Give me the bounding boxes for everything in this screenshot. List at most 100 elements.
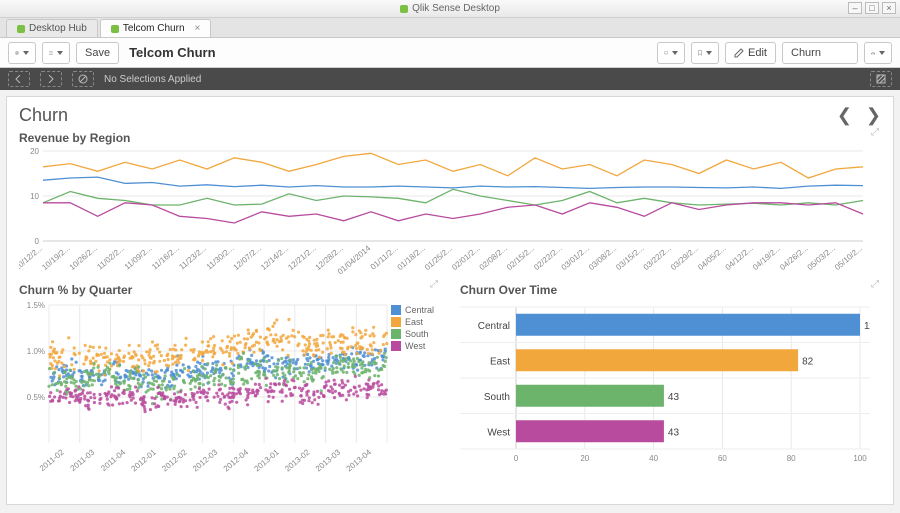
- monitor-icon: [664, 47, 668, 59]
- bar-chart-svg: 020406080100Central112East82South43West4…: [460, 299, 870, 477]
- bar-chart-icon: [871, 48, 875, 58]
- svg-text:0.5%: 0.5%: [27, 393, 45, 402]
- devices-button[interactable]: [657, 42, 685, 64]
- svg-text:2013-01: 2013-01: [252, 447, 281, 473]
- svg-text:10/12/2...: 10/12/2...: [19, 244, 44, 272]
- svg-text:80: 80: [787, 454, 796, 463]
- svg-text:112: 112: [864, 321, 870, 332]
- app-icon: [400, 5, 408, 13]
- compass-icon: [15, 47, 19, 59]
- selections-tool-button[interactable]: [870, 71, 892, 87]
- save-button[interactable]: Save: [76, 42, 119, 64]
- app-window: Qlik Sense Desktop – □ × Desktop Hub Tel…: [0, 0, 900, 513]
- bookmarks-button[interactable]: [691, 42, 719, 64]
- svg-text:04/19/2...: 04/19/2...: [751, 244, 782, 272]
- svg-text:11/09/2...: 11/09/2...: [123, 244, 154, 272]
- svg-text:1.0%: 1.0%: [27, 347, 45, 356]
- edit-button[interactable]: Edit: [725, 42, 776, 64]
- svg-text:03/08/2...: 03/08/2...: [587, 244, 618, 272]
- svg-text:04/12/2...: 04/12/2...: [724, 244, 755, 272]
- svg-text:04/26/2...: 04/26/2...: [778, 244, 809, 272]
- legend-item-central[interactable]: Central: [391, 305, 439, 315]
- step-forward-button[interactable]: [40, 71, 62, 87]
- step-back-button[interactable]: [8, 71, 30, 87]
- svg-text:01/25/2...: 01/25/2...: [423, 244, 454, 272]
- selection-bar: No Selections Applied: [0, 68, 900, 90]
- window-title: Qlik Sense Desktop: [412, 3, 500, 14]
- svg-text:02/15/2...: 02/15/2...: [505, 244, 536, 272]
- tab-label: Telcom Churn: [123, 20, 185, 38]
- svg-text:03/22/2...: 03/22/2...: [642, 244, 673, 272]
- svg-text:2011-04: 2011-04: [99, 447, 127, 473]
- prev-sheet-button[interactable]: ❮: [837, 105, 852, 126]
- svg-text:60: 60: [718, 454, 727, 463]
- svg-text:2012-01: 2012-01: [130, 447, 159, 473]
- svg-text:South: South: [484, 392, 510, 403]
- sheet-select-button[interactable]: Churn: [782, 42, 858, 64]
- chart-title: Revenue by Region: [19, 131, 881, 145]
- chart-title: Churn Over Time: [460, 283, 881, 297]
- close-tab-icon[interactable]: ×: [195, 20, 201, 38]
- list-icon: [49, 48, 53, 58]
- svg-text:82: 82: [802, 356, 814, 367]
- chart-revenue-by-region[interactable]: Revenue by Region ⤢ 1020010/12/2...10/19…: [19, 127, 881, 277]
- svg-text:03/01/2...: 03/01/2...: [560, 244, 591, 272]
- sheets-overview-button[interactable]: [864, 42, 892, 64]
- svg-text:West: West: [487, 427, 510, 438]
- fullscreen-icon[interactable]: ⤢: [871, 127, 879, 138]
- titlebar: Qlik Sense Desktop – □ ×: [0, 0, 900, 18]
- svg-text:2012-03: 2012-03: [191, 447, 220, 473]
- pencil-icon: [734, 48, 744, 58]
- list-menu-button[interactable]: [42, 42, 70, 64]
- legend-item-south[interactable]: South: [391, 329, 439, 339]
- svg-text:03/15/2...: 03/15/2...: [614, 244, 645, 272]
- fullscreen-icon[interactable]: ⤢: [871, 279, 879, 290]
- svg-text:02/01/2...: 02/01/2...: [450, 244, 481, 272]
- chevron-down-icon: [706, 51, 712, 55]
- svg-text:100: 100: [853, 454, 867, 463]
- tab-desktop-hub[interactable]: Desktop Hub: [6, 19, 98, 37]
- svg-text:10/26/2...: 10/26/2...: [68, 244, 99, 272]
- legend-item-west[interactable]: West: [391, 341, 439, 351]
- scatter-chart-svg: 0.5%1.0%1.5%2011-022011-032011-042012-01…: [19, 299, 391, 477]
- svg-text:2011-02: 2011-02: [38, 447, 66, 473]
- svg-text:2013-03: 2013-03: [314, 447, 343, 473]
- svg-text:05/10/2...: 05/10/2...: [833, 244, 864, 272]
- selection-status: No Selections Applied: [104, 74, 201, 85]
- legend-item-east[interactable]: East: [391, 317, 439, 327]
- svg-text:12/14/2...: 12/14/2...: [259, 244, 290, 272]
- chevron-down-icon: [879, 51, 885, 55]
- bottom-row: Churn % by Quarter ⤢ 0.5%1.0%1.5%2011-02…: [19, 279, 881, 498]
- chart-churn-by-quarter[interactable]: Churn % by Quarter ⤢ 0.5%1.0%1.5%2011-02…: [19, 279, 440, 498]
- fullscreen-icon[interactable]: ⤢: [430, 279, 438, 290]
- chart-churn-over-time[interactable]: Churn Over Time ⤢ 020406080100Central112…: [460, 279, 881, 498]
- tab-telcom-churn[interactable]: Telcom Churn ×: [100, 19, 212, 37]
- maximize-button[interactable]: □: [865, 2, 879, 14]
- svg-text:01/18/2...: 01/18/2...: [396, 244, 427, 272]
- svg-text:11/30/2...: 11/30/2...: [205, 244, 236, 272]
- svg-text:2012-02: 2012-02: [160, 447, 189, 473]
- svg-text:43: 43: [668, 427, 680, 438]
- svg-text:11/23/2...: 11/23/2...: [177, 244, 208, 272]
- chevron-down-icon: [672, 51, 678, 55]
- svg-text:12/21/2...: 12/21/2...: [286, 244, 317, 272]
- svg-text:East: East: [490, 356, 510, 367]
- sheet: Churn ❮ ❯ Revenue by Region ⤢ 1020010/12…: [6, 96, 894, 505]
- svg-text:2013-04: 2013-04: [345, 447, 374, 473]
- minimize-button[interactable]: –: [848, 2, 862, 14]
- clear-selections-button[interactable]: [72, 71, 94, 87]
- tab-label: Desktop Hub: [29, 20, 87, 38]
- line-chart-svg: 1020010/12/2...10/19/2...10/26/2...11/02…: [19, 147, 867, 275]
- scatter-legend: Central East South West: [391, 299, 439, 498]
- svg-text:02/22/2...: 02/22/2...: [532, 244, 563, 272]
- svg-text:43: 43: [668, 392, 680, 403]
- svg-text:12/07/2...: 12/07/2...: [232, 244, 263, 272]
- svg-text:40: 40: [649, 454, 658, 463]
- global-search-button[interactable]: [8, 42, 36, 64]
- svg-text:11/16/2...: 11/16/2...: [150, 244, 181, 272]
- next-sheet-button[interactable]: ❯: [866, 105, 881, 126]
- sheet-title: Churn: [19, 105, 68, 126]
- svg-text:1.5%: 1.5%: [27, 301, 45, 310]
- window-controls: – □ ×: [848, 2, 896, 14]
- close-button[interactable]: ×: [882, 2, 896, 14]
